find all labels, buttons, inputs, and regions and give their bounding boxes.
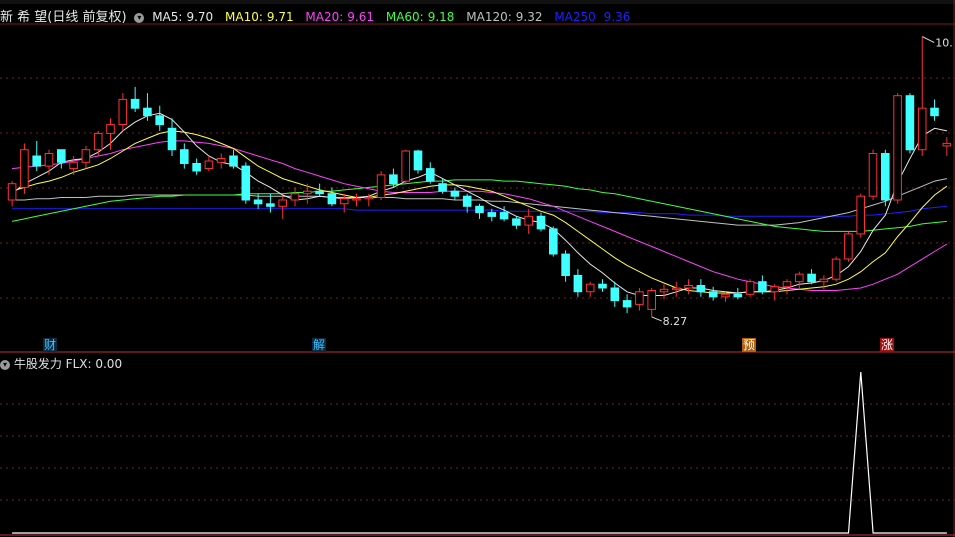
- candle: [868, 153, 878, 197]
- candle: [893, 95, 902, 201]
- candle: [426, 168, 435, 182]
- candle: [770, 286, 780, 293]
- sub-panel-header: ▾ 牛股发力 FLX: 0.00: [0, 355, 122, 372]
- candle: [659, 288, 669, 293]
- candle: [413, 150, 423, 171]
- sub-panel-name[interactable]: 牛股发力: [14, 357, 62, 371]
- candle: [549, 228, 558, 255]
- candle: [942, 142, 952, 147]
- candle: [204, 160, 214, 169]
- candle: [216, 158, 226, 163]
- candle: [930, 107, 939, 117]
- event-mark-rise[interactable]: 涨: [880, 338, 895, 352]
- candle: [524, 215, 534, 226]
- low-price-label: 8.27: [663, 315, 688, 328]
- candle: [167, 127, 177, 151]
- candle: [462, 195, 472, 207]
- candle: [180, 149, 189, 164]
- candle: [192, 163, 201, 172]
- candle: [118, 98, 128, 126]
- candle: [327, 193, 337, 205]
- candle: [819, 278, 829, 283]
- candle: [106, 124, 115, 134]
- candle: [561, 253, 570, 277]
- candle: [708, 291, 718, 298]
- candle: [917, 107, 927, 151]
- candle: [81, 149, 91, 163]
- event-mark-unlock[interactable]: 解: [312, 338, 327, 352]
- candle: [130, 98, 140, 109]
- candle: [905, 95, 915, 151]
- candlesticks: [7, 36, 952, 317]
- candle: [315, 190, 324, 195]
- candle: [635, 291, 644, 305]
- candle: [512, 218, 521, 226]
- candle: [44, 153, 54, 167]
- candle: [155, 115, 164, 126]
- candle: [20, 149, 29, 188]
- candle: [758, 281, 767, 293]
- candle: [389, 174, 398, 185]
- candle: [290, 193, 300, 201]
- price-chart[interactable]: 10. 8.27: [0, 0, 955, 537]
- candle: [585, 283, 595, 293]
- high-price-label: 10.: [935, 37, 953, 50]
- high-pointer: [922, 36, 935, 44]
- candle: [745, 281, 755, 295]
- candle: [69, 161, 78, 170]
- candle: [622, 300, 632, 308]
- candle: [831, 258, 841, 280]
- candle: [93, 132, 103, 151]
- candle: [536, 215, 546, 230]
- candle: [32, 155, 42, 167]
- flx-indicator-plot: [0, 371, 955, 536]
- flx-line: [12, 371, 947, 534]
- candle: [844, 233, 853, 260]
- candle: [733, 293, 743, 298]
- candle: [278, 199, 287, 207]
- candle: [266, 203, 275, 207]
- candle: [401, 150, 410, 182]
- candle: [881, 153, 890, 201]
- candle: [303, 190, 312, 195]
- candle: [376, 174, 386, 198]
- candle: [684, 285, 693, 289]
- candle: [7, 183, 17, 201]
- candle: [143, 107, 152, 117]
- candle: [647, 290, 657, 310]
- candle: [339, 198, 349, 205]
- candle: [573, 274, 583, 293]
- candle: [487, 212, 497, 217]
- candle: [807, 273, 816, 283]
- candle: [475, 205, 484, 214]
- settings-toggle-icon[interactable]: ▾: [0, 359, 10, 370]
- candle: [672, 287, 681, 290]
- candle: [438, 183, 447, 192]
- candle: [696, 285, 706, 293]
- candle: [856, 195, 866, 235]
- candle: [241, 165, 251, 201]
- candle: [782, 281, 792, 288]
- candle: [364, 197, 374, 200]
- candle: [721, 293, 730, 298]
- event-mark-finance[interactable]: 财: [43, 338, 58, 352]
- candle: [450, 190, 460, 197]
- event-mark-forecast[interactable]: 预: [742, 338, 757, 352]
- candle: [499, 212, 509, 220]
- candle: [352, 198, 361, 201]
- candle: [610, 287, 620, 302]
- candle: [229, 155, 238, 167]
- low-pointer: [651, 316, 662, 322]
- candle: [253, 199, 263, 205]
- flx-indicator: FLX: 0.00: [65, 357, 123, 371]
- candle: [598, 283, 607, 289]
- candle: [795, 273, 804, 283]
- candle: [57, 149, 66, 163]
- chart-grid: [0, 0, 955, 537]
